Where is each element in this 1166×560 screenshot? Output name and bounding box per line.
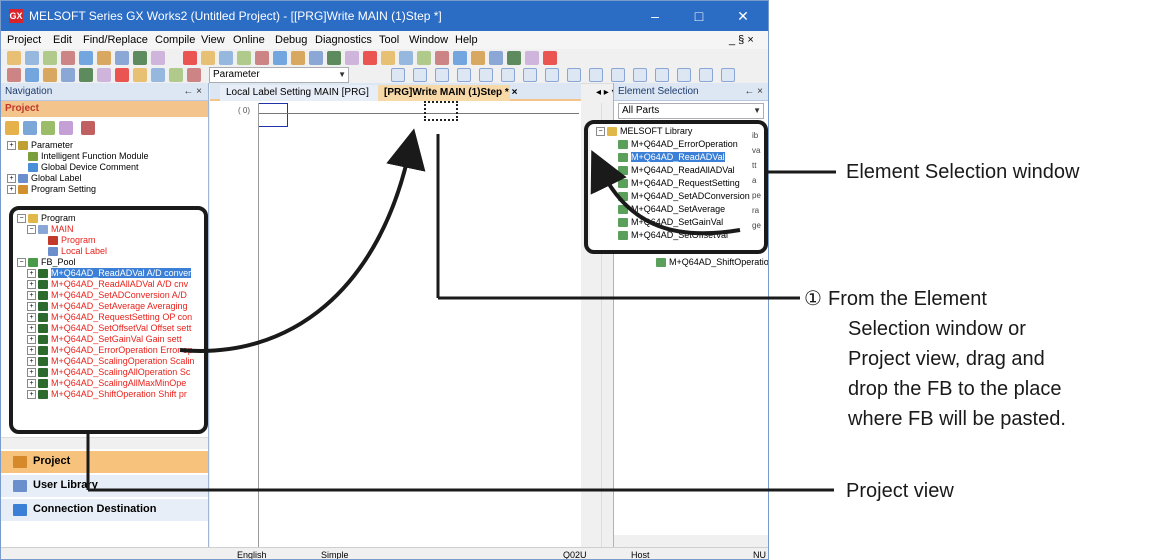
callout-step-line4: drop the FB to the place (848, 378, 1062, 400)
annotation-arrows (86, 128, 836, 492)
callout-step-line1: From the Element (828, 288, 987, 310)
callout-step-line5: where FB will be pasted. (848, 408, 1066, 430)
callout-step-number: ① (804, 288, 822, 310)
arrow-project-to-ladder (179, 128, 426, 353)
callout-step-line2: Selection window or (848, 318, 1026, 340)
arrow-element-to-ladder (590, 150, 741, 236)
callout-step-line3: Project view, drag and (848, 348, 1045, 370)
callout-project-view: Project view (846, 480, 954, 502)
callout-element-selection: Element Selection window (846, 161, 1080, 183)
